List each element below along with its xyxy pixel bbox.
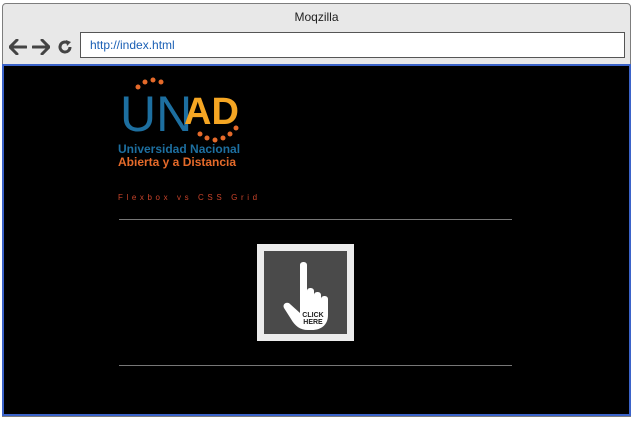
reload-icon bbox=[58, 40, 72, 54]
reload-button[interactable] bbox=[56, 37, 74, 57]
arrow-right-icon bbox=[32, 39, 50, 55]
pointing-hand-icon: CLICK HERE bbox=[283, 262, 328, 330]
back-button[interactable] bbox=[9, 37, 27, 57]
divider-bottom bbox=[119, 365, 512, 366]
url-bar[interactable]: http://index.html bbox=[80, 32, 625, 58]
click-label-line2: HERE bbox=[303, 319, 323, 326]
logo-line-2: Abierta y a Distancia bbox=[118, 155, 237, 169]
divider-top bbox=[119, 219, 512, 220]
click-here-tile: CLICK HERE bbox=[264, 251, 347, 334]
page-subtitle: Flexbox vs CSS Grid bbox=[118, 193, 261, 202]
logo-brand-left: UN bbox=[120, 86, 192, 142]
page-viewport: UN AD Universidad Nacional Abierta y a D… bbox=[2, 64, 631, 416]
browser-window: Moqzilla http://index.html UN AD Univers… bbox=[2, 3, 631, 417]
click-label-line1: CLICK bbox=[302, 312, 323, 319]
arrow-left-icon bbox=[9, 39, 27, 55]
browser-toolbar: http://index.html bbox=[3, 31, 630, 63]
forward-button[interactable] bbox=[32, 37, 50, 57]
logo-brand-right: AD bbox=[184, 91, 239, 133]
logo-line-1: Universidad Nacional bbox=[118, 142, 241, 156]
click-here-button[interactable]: CLICK HERE bbox=[257, 244, 354, 341]
window-title: Moqzilla bbox=[294, 10, 339, 24]
